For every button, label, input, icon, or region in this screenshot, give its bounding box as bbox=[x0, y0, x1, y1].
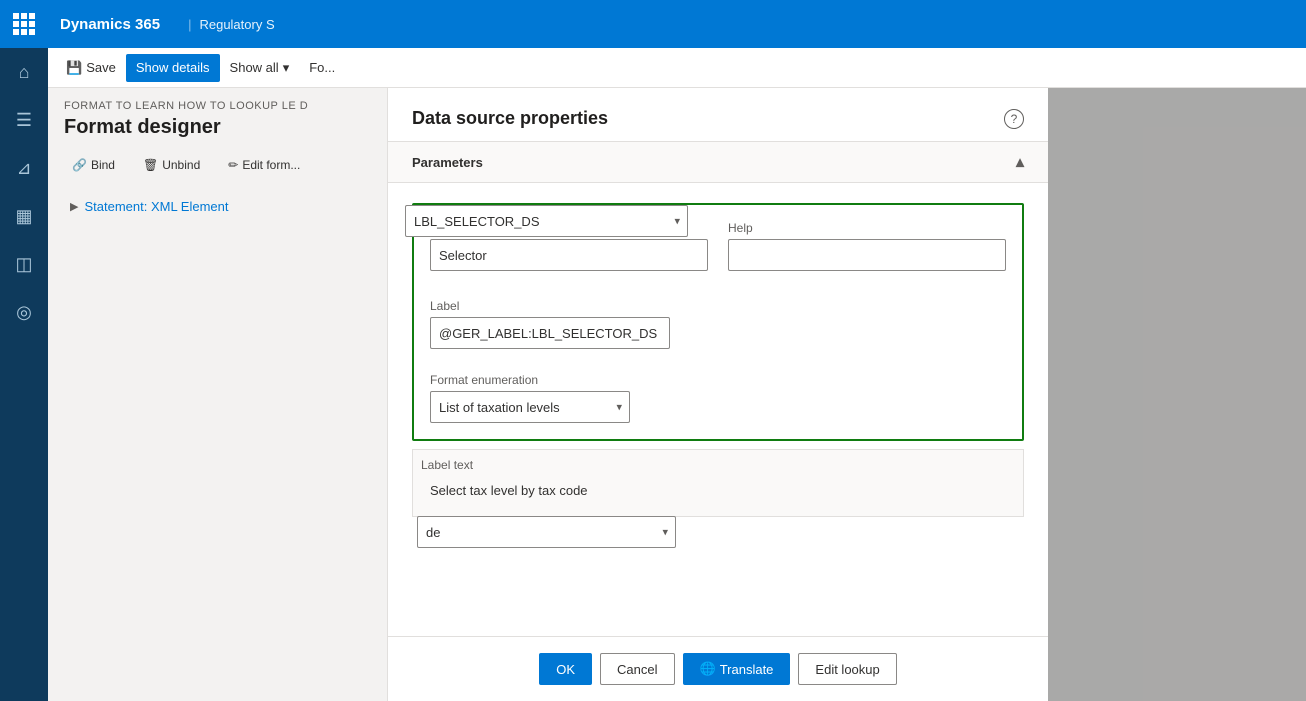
home-icon: ⌂ bbox=[19, 62, 30, 83]
help-icon[interactable]: ? bbox=[1004, 109, 1024, 129]
app-title: Dynamics 365 bbox=[60, 16, 160, 33]
left-panel: FORMAT TO LEARN HOW TO LOOKUP LE D Forma… bbox=[48, 88, 388, 701]
label-id-select-wrapper: LBL_SELECTOR_DS ▾ bbox=[405, 205, 688, 237]
dialog-header: Data source properties ? bbox=[388, 88, 1048, 142]
show-all-button[interactable]: Show all ▾ bbox=[220, 54, 300, 82]
chevron-down-icon: ▾ bbox=[283, 60, 290, 76]
format-button[interactable]: Fo... bbox=[299, 54, 345, 82]
param-box: Name Help L bbox=[412, 203, 1024, 441]
format-enum-select-wrapper: List of taxation levels ▾ bbox=[430, 391, 630, 423]
label-text-label: Label text bbox=[421, 458, 1015, 472]
unbind-button[interactable]: 🗑 Unbind bbox=[135, 151, 208, 179]
menu-icon: ☰ bbox=[16, 110, 32, 131]
sidebar-item-home[interactable]: ⌂ bbox=[0, 48, 48, 96]
show-details-button[interactable]: Show details bbox=[126, 54, 220, 82]
datasource-dialog: Data source properties ? Parameters ▴ bbox=[388, 88, 1048, 701]
bind-button[interactable]: 🔗 Bind bbox=[64, 151, 123, 179]
main-area: Dynamics 365 | Regulatory S 💾 Save Show … bbox=[48, 0, 1306, 701]
translate-button[interactable]: 🌐 Translate bbox=[683, 653, 791, 685]
sidebar-item-chart[interactable]: ◫ bbox=[0, 240, 48, 288]
topbar-separator: | bbox=[188, 17, 191, 32]
sys-language-select[interactable]: de bbox=[417, 516, 676, 548]
dialog-footer: OK Cancel 🌐 Translate Edit lookup bbox=[388, 636, 1048, 701]
table-icon: ▦ bbox=[15, 206, 32, 227]
filter-icon: ⊿ bbox=[16, 158, 31, 179]
breadcrumb: FORMAT TO LEARN HOW TO LOOKUP LE D bbox=[64, 100, 371, 112]
format-enum-label: Format enumeration bbox=[430, 373, 1006, 387]
waffle-icon bbox=[13, 13, 35, 35]
person-icon: ◎ bbox=[16, 302, 32, 323]
label-text-row: Label text Select tax level by tax code bbox=[412, 449, 1024, 517]
sidebar: ⌂ ☰ ⊿ ▦ ◫ ◎ bbox=[0, 0, 48, 701]
tree-item-statement[interactable]: ▶ Statement: XML Element bbox=[64, 195, 371, 218]
help-label: Help bbox=[728, 221, 1006, 235]
waffle-menu[interactable] bbox=[0, 0, 48, 48]
format-enum-select[interactable]: List of taxation levels bbox=[430, 391, 630, 423]
label-input[interactable] bbox=[430, 317, 670, 349]
label-text-value: Select tax level by tax code bbox=[421, 476, 1015, 508]
sys-language-select-wrapper: de ▾ bbox=[417, 516, 676, 548]
cancel-button[interactable]: Cancel bbox=[600, 653, 674, 685]
label-label: Label bbox=[430, 299, 1006, 313]
dialog-overlay: Data source properties ? Parameters ▴ bbox=[388, 88, 1306, 701]
content-area: FORMAT TO LEARN HOW TO LOOKUP LE D Forma… bbox=[48, 88, 1306, 701]
topbar-subtitle: Regulatory S bbox=[199, 17, 274, 32]
save-icon: 💾 bbox=[66, 60, 82, 76]
edit-form-button[interactable]: ✏ Edit form... bbox=[220, 151, 308, 179]
toolbar: 💾 Save Show details Show all ▾ Fo... bbox=[48, 48, 1306, 88]
chart-icon: ◫ bbox=[15, 254, 32, 275]
edit-icon: ✏ bbox=[228, 158, 238, 172]
sidebar-item-menu[interactable]: ☰ bbox=[0, 96, 48, 144]
label-id-select[interactable]: LBL_SELECTOR_DS bbox=[405, 205, 688, 237]
sidebar-item-person[interactable]: ◎ bbox=[0, 288, 48, 336]
translate-icon: 🌐 bbox=[700, 661, 716, 677]
name-input[interactable] bbox=[430, 239, 708, 271]
sidebar-item-table[interactable]: ▦ bbox=[0, 192, 48, 240]
page-title: Format designer bbox=[64, 116, 371, 139]
ok-button[interactable]: OK bbox=[539, 653, 592, 685]
save-button[interactable]: 💾 Save bbox=[56, 54, 126, 82]
tree-chevron-icon: ▶ bbox=[70, 200, 78, 213]
label-row: Label bbox=[430, 299, 1006, 349]
help-input[interactable] bbox=[728, 239, 1006, 271]
param-inner: Name Help L bbox=[430, 221, 1006, 423]
format-enum-row: Format enumeration List of taxation leve… bbox=[430, 373, 1006, 423]
topbar: Dynamics 365 | Regulatory S bbox=[48, 0, 1306, 48]
bind-icon: 🔗 bbox=[72, 158, 87, 172]
dialog-title: Data source properties bbox=[412, 108, 608, 129]
sidebar-item-filter[interactable]: ⊿ bbox=[0, 144, 48, 192]
unbind-icon: 🗑 bbox=[143, 158, 158, 172]
parameters-section-header: Parameters ▴ bbox=[388, 142, 1048, 183]
edit-lookup-button[interactable]: Edit lookup bbox=[798, 653, 896, 685]
section-collapse-icon[interactable]: ▴ bbox=[1016, 152, 1024, 172]
params-area: Name Help L bbox=[388, 183, 1048, 549]
help-col: Help bbox=[728, 221, 1006, 271]
